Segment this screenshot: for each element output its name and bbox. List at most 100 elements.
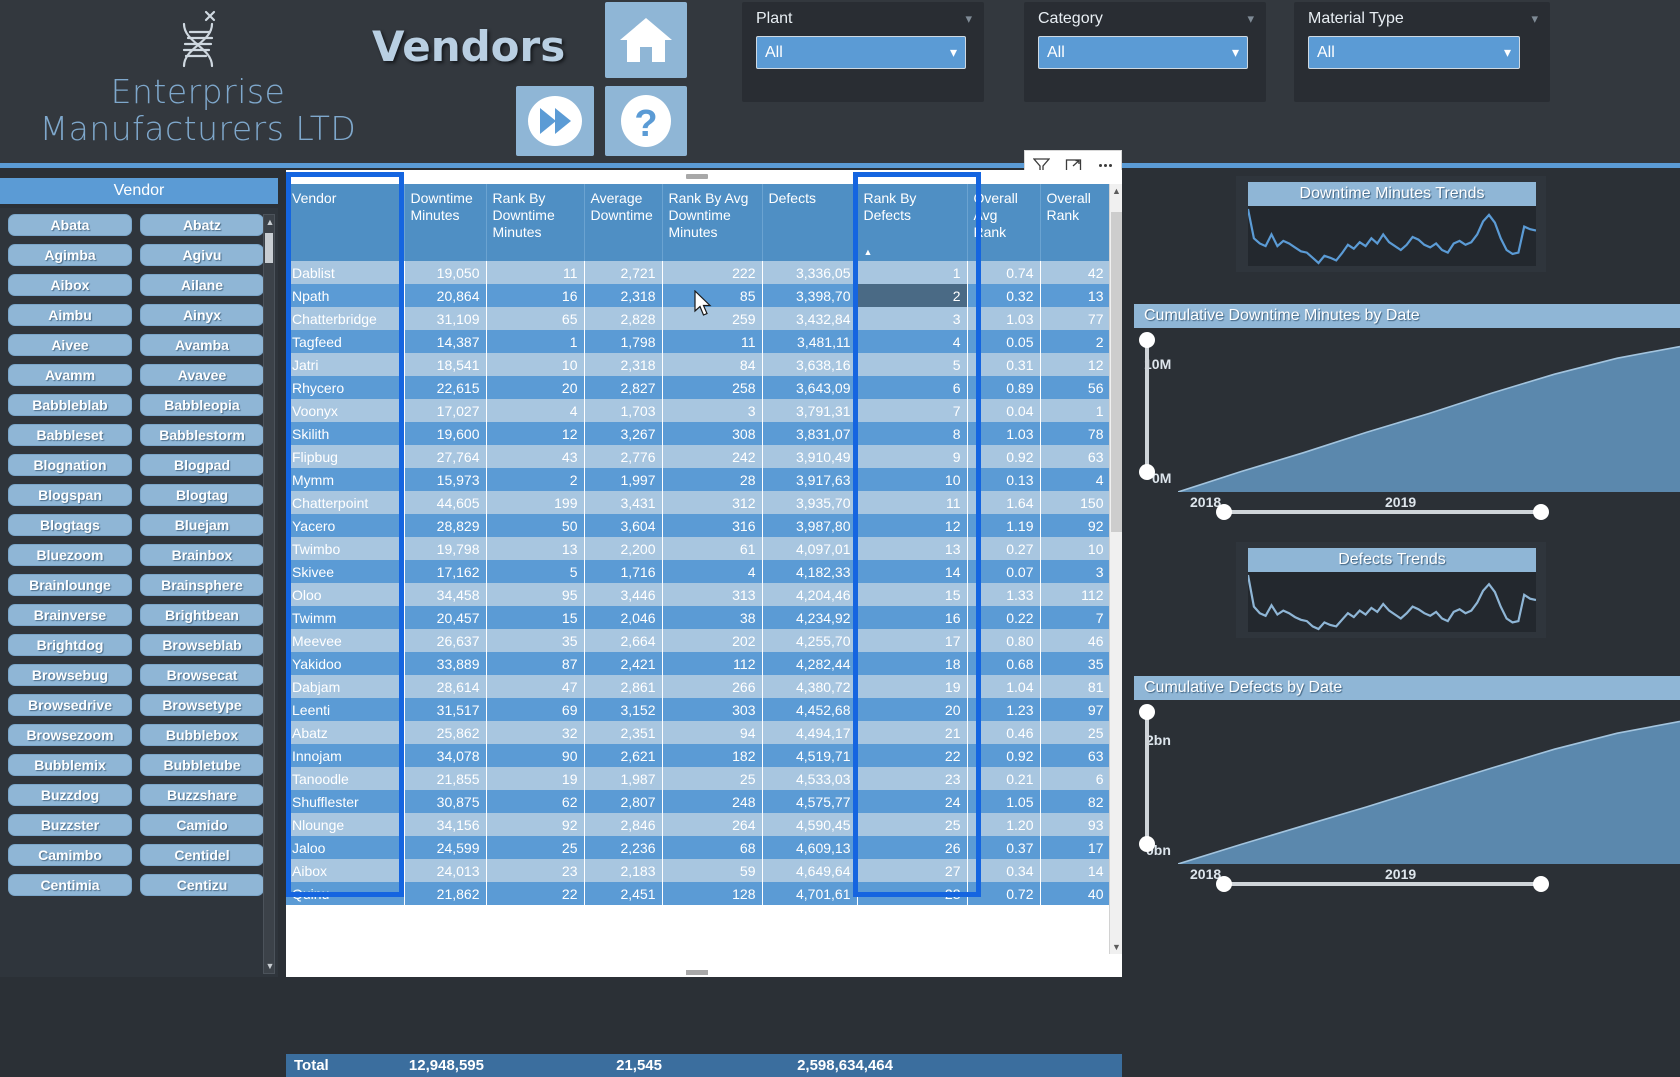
vendor-chip[interactable]: Brightdog [8,634,132,656]
vendor-chip[interactable]: Abata [8,214,132,236]
vendor-chip[interactable]: Blogtag [140,484,264,506]
vendor-chip[interactable]: Babblestorm [140,424,264,446]
column-resize-handle[interactable] [686,174,708,179]
vendor-chip[interactable]: Centizu [140,874,264,896]
column-header[interactable]: Rank By Downtime Minutes [486,184,585,261]
table-row[interactable]: Jatri 18,541 10 2,318 84 3,638,16 5 0.31 12 [286,353,1111,376]
vendor-chip[interactable]: Ainyx [140,304,264,326]
slicer-dropdown-category[interactable]: All ▾ [1038,36,1248,69]
table-row[interactable]: Oloo 34,458 95 3,446 313 4,204,46 15 1.33 112 [286,583,1111,606]
vendor-chip[interactable]: Avamba [140,334,264,356]
vendor-chip[interactable]: Browsezoom [8,724,132,746]
table-row[interactable]: Jaloo 24,599 25 2,236 68 4,609,13 26 0.37 17 [286,836,1111,859]
vendor-chip[interactable]: Browsedrive [8,694,132,716]
vendor-chip[interactable]: Centimia [8,874,132,896]
matrix-vertical-scrollbar[interactable]: ▲ ▼ [1109,184,1122,954]
table-row[interactable]: Innojam 34,078 90 2,621 182 4,519,71 22 0.92 63 [286,744,1111,767]
scroll-down-icon[interactable]: ▼ [265,960,275,972]
chevron-down-icon[interactable]: ▾ [1531,11,1538,27]
cumulative-defects-hslider-knob-right[interactable] [1533,876,1549,892]
table-row[interactable]: Chatterpoint 44,605 199 3,431 312 3,935,70 11 1… [286,491,1111,514]
vendor-chip[interactable]: Blognation [8,454,132,476]
vendor-scrollbar[interactable]: ▲ ▼ [263,214,275,974]
vendor-chip[interactable]: Aivee [8,334,132,356]
table-row[interactable]: Twimbo 19,798 13 2,200 61 4,097,01 13 0.27 10 [286,537,1111,560]
scroll-up-icon[interactable]: ▲ [265,216,275,228]
vendor-chip[interactable]: Brainlounge [8,574,132,596]
home-button[interactable] [605,2,687,78]
vendor-chip[interactable]: Browsetype [140,694,264,716]
vendor-chip[interactable]: Blogspan [8,484,132,506]
vendor-chip[interactable]: Buzzshare [140,784,264,806]
vendor-chip[interactable]: Babbleset [8,424,132,446]
cumulative-downtime-slider-knob-bottom[interactable] [1139,464,1155,480]
cumulative-downtime-slider-knob-top[interactable] [1139,332,1155,348]
cumulative-defects-vertical-slider[interactable] [1145,710,1149,844]
matrix-horizontal-scrollbar-thumb[interactable] [686,970,708,975]
table-row[interactable]: Aibox 24,013 23 2,183 59 4,649,64 27 0.34 14 [286,859,1111,882]
next-page-button[interactable] [516,86,594,156]
column-header[interactable]: Rank By Defects ▲ [857,184,968,261]
matrix-scrollbar-thumb[interactable] [1111,212,1122,532]
chevron-down-icon[interactable]: ▾ [965,11,972,27]
vendor-chip[interactable]: Bubblemix [8,754,132,776]
vendor-chip[interactable]: Camimbo [8,844,132,866]
cumulative-defects-hslider-knob-left[interactable] [1216,876,1232,892]
column-header[interactable]: Overall Avg Rank [967,184,1041,261]
vendor-chip[interactable]: Buzzdog [8,784,132,806]
cumulative-downtime-vertical-slider[interactable] [1145,338,1149,472]
vendor-chip[interactable]: Avamm [8,364,132,386]
vendor-chip[interactable]: Aimbu [8,304,132,326]
column-header[interactable]: Vendor [286,184,405,261]
vendor-chip[interactable]: Browseblab [140,634,264,656]
table-row[interactable]: Tagfeed 14,387 1 1,798 11 3,481,11 4 0.05 2 [286,330,1111,353]
vendor-chip[interactable]: Bubblebox [140,724,264,746]
column-header[interactable]: Overall Rank [1040,184,1111,261]
table-row[interactable]: Quinu 21,862 22 2,451 128 4,701,61 28 0.72 40 [286,882,1111,905]
table-row[interactable]: Leenti 31,517 69 3,152 303 4,452,68 20 1.23 97 [286,698,1111,721]
vendor-chip[interactable]: Bluejam [140,514,264,536]
cumulative-defects-slider-knob-bottom[interactable] [1139,836,1155,852]
column-header[interactable]: Average Downtime [584,184,663,261]
vendor-chip[interactable]: Camido [140,814,264,836]
scroll-down-icon[interactable]: ▼ [1110,940,1123,954]
cumulative-downtime-horizontal-slider[interactable] [1222,510,1542,514]
vendor-chip[interactable]: Aibox [8,274,132,296]
table-row[interactable]: Tanoodle 21,855 19 1,987 25 4,533,03 23 0.21 6 [286,767,1111,790]
vendor-chip[interactable]: Agimba [8,244,132,266]
scroll-up-icon[interactable]: ▲ [1110,184,1123,198]
table-row[interactable]: Yakidoo 33,889 87 2,421 112 4,282,44 18 0.68 35 [286,652,1111,675]
column-header[interactable]: Rank By Avg Downtime Minutes [662,184,763,261]
slicer-dropdown-material-type[interactable]: All ▾ [1308,36,1520,69]
cumulative-downtime-hslider-knob-left[interactable] [1216,504,1232,520]
table-row[interactable]: Meevee 26,637 35 2,664 202 4,255,70 17 0.80 46 [286,629,1111,652]
cumulative-downtime-hslider-knob-right[interactable] [1533,504,1549,520]
vendor-chip[interactable]: Blogpad [140,454,264,476]
table-row[interactable]: Rhycero 22,615 20 2,827 258 3,643,09 6 0.89 56 [286,376,1111,399]
table-row[interactable]: Skilith 19,600 12 3,267 308 3,831,07 8 1.03 78 [286,422,1111,445]
vendor-chip[interactable]: Brainverse [8,604,132,626]
vendor-chip[interactable]: Buzzster [8,814,132,836]
vendor-chip[interactable]: Babbleblab [8,394,132,416]
vendor-scrollbar-thumb[interactable] [265,233,273,263]
vendor-chip[interactable]: Browsebug [8,664,132,686]
vendor-chip[interactable]: Bluezoom [8,544,132,566]
vendor-chip[interactable]: Avavee [140,364,264,386]
help-button[interactable]: ? [605,86,687,156]
table-row[interactable]: Flipbug 27,764 43 2,776 242 3,910,49 9 0.92 63 [286,445,1111,468]
table-row[interactable]: Yacero 28,829 50 3,604 316 3,987,80 12 1.19 92 [286,514,1111,537]
cumulative-defects-horizontal-slider[interactable] [1222,882,1542,886]
vendor-chip[interactable]: Blogtags [8,514,132,536]
table-row[interactable]: Voonyx 17,027 4 1,703 3 3,791,31 7 0.04 1 [286,399,1111,422]
table-row[interactable]: Mymm 15,973 2 1,997 28 3,917,63 10 0.13 4 [286,468,1111,491]
table-row[interactable]: Skivee 17,162 5 1,716 4 4,182,33 14 0.07 3 [286,560,1111,583]
column-header[interactable]: Downtime Minutes [404,184,487,261]
vendor-chip[interactable]: Brainbox [140,544,264,566]
vendor-chip[interactable]: Centidel [140,844,264,866]
vendor-chip[interactable]: Babbleopia [140,394,264,416]
table-row[interactable]: Abatz 25,862 32 2,351 94 4,494,17 21 0.46 25 [286,721,1111,744]
table-row[interactable]: Dablist 19,050 11 2,721 222 3,336,05 1 0.74 42 [286,261,1111,284]
vendor-chip[interactable]: Agivu [140,244,264,266]
chevron-down-icon[interactable]: ▾ [1247,11,1254,27]
cumulative-defects-slider-knob-top[interactable] [1139,704,1155,720]
